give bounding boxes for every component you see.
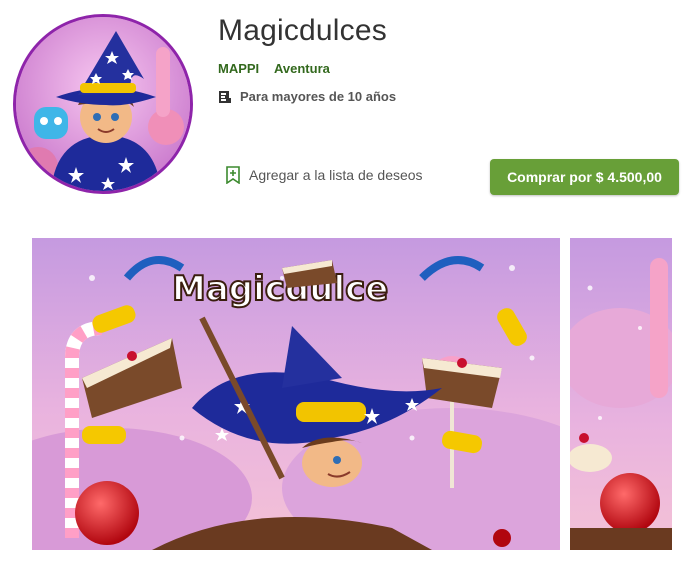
app-icon [13,14,193,194]
bookmark-add-icon [226,166,240,184]
screenshot-logo-text: Magicdulce [172,269,388,309]
wishlist-label: Agregar a la lista de deseos [249,167,423,183]
screenshot-2[interactable] [570,238,672,550]
buy-button[interactable]: Comprar por $ 4.500,00 [490,159,679,195]
content-rating-icon [218,90,232,104]
content-rating: Para mayores de 10 años [218,89,396,104]
genre-link[interactable]: Aventura [274,61,330,76]
developer-link[interactable]: MAPPI [218,61,259,76]
content-rating-label: Para mayores de 10 años [240,89,397,104]
wishlist-button[interactable]: Agregar a la lista de deseos [226,166,423,184]
screenshot-1[interactable]: Magicdulce [32,238,560,550]
wizard-icon-art [16,17,190,191]
app-title: Magicdulces [218,14,387,47]
